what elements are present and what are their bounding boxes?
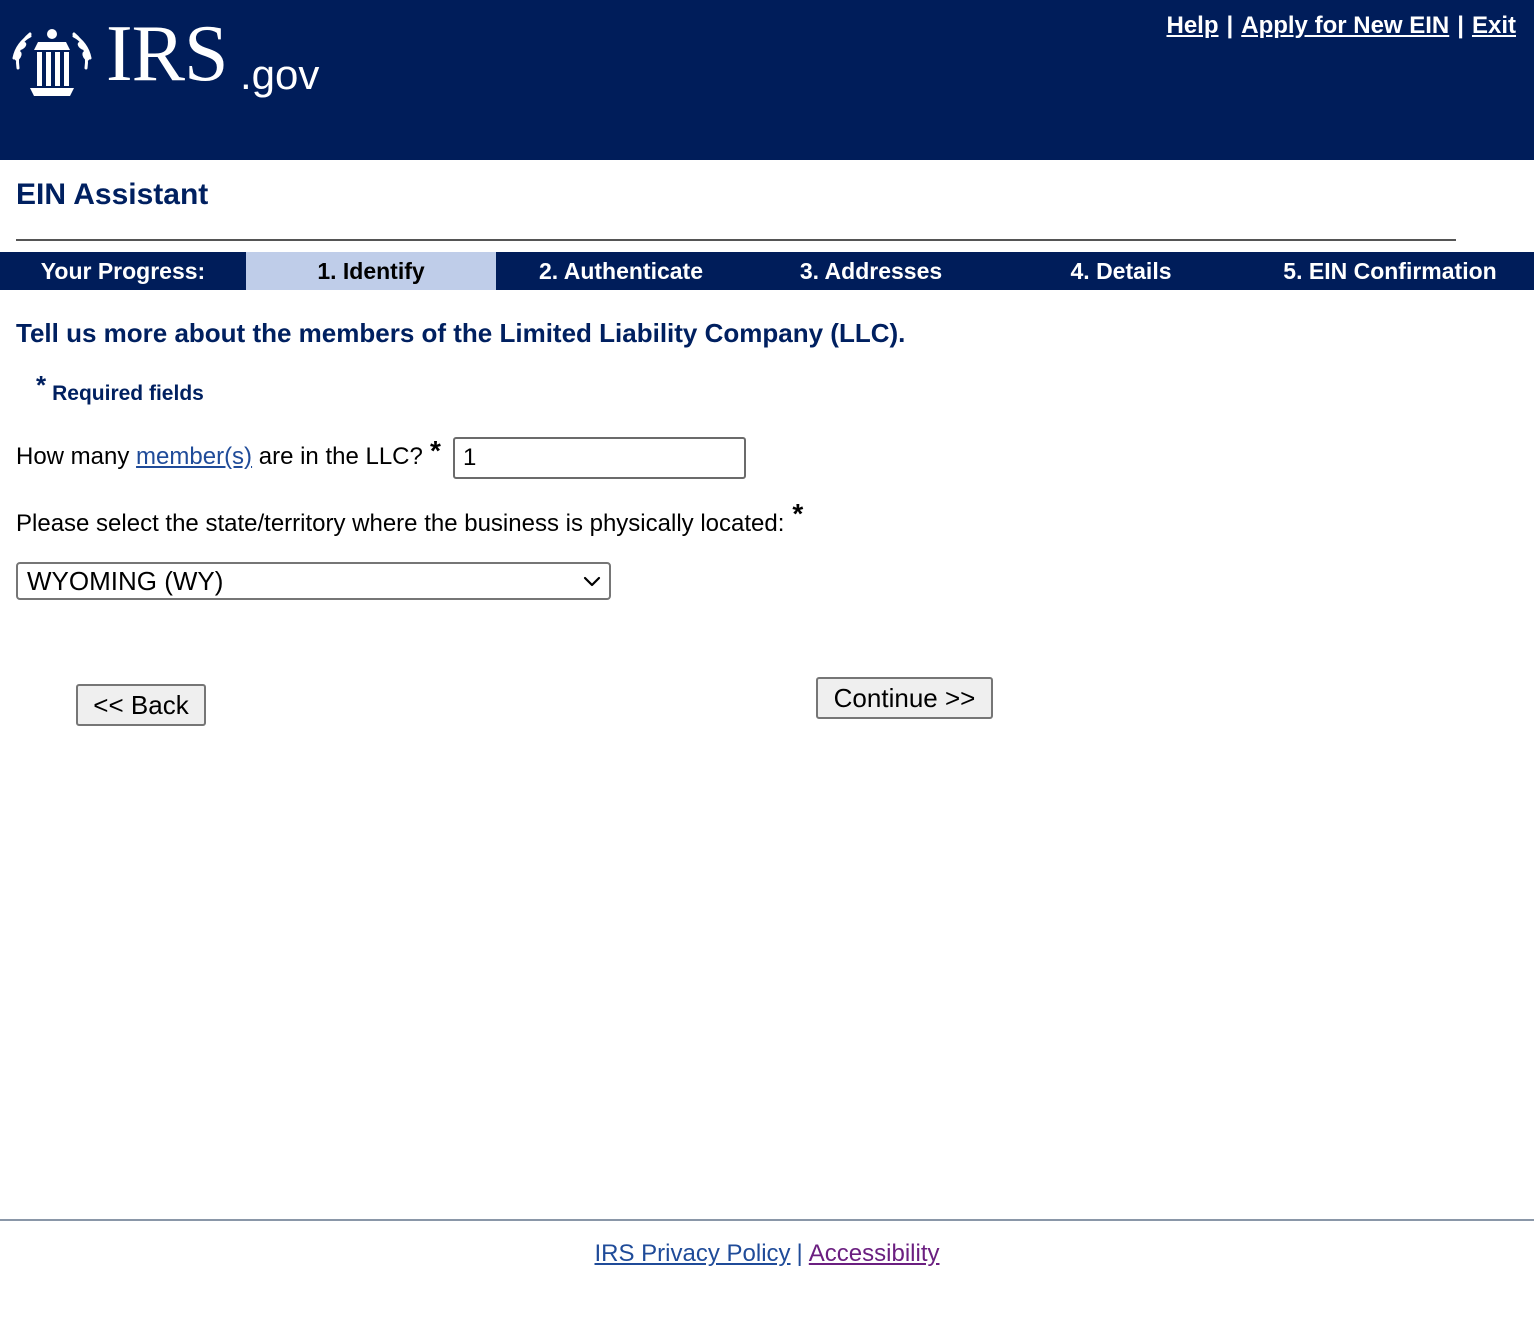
required-fields-note: * Required fields bbox=[36, 370, 204, 407]
members-question-label: How many member(s) are in the LLC? bbox=[16, 443, 423, 471]
progress-label: Your Progress: bbox=[40, 258, 206, 284]
members-count-input[interactable] bbox=[453, 437, 746, 479]
privacy-policy-link[interactable]: IRS Privacy Policy bbox=[595, 1240, 791, 1267]
progress-step-addresses: 3. Addresses bbox=[799, 258, 943, 284]
title-divider bbox=[16, 239, 1456, 241]
required-asterisk: * bbox=[430, 435, 441, 466]
link-separator: | bbox=[1226, 12, 1234, 39]
required-fields-label: Required fields bbox=[52, 382, 204, 405]
progress-step-ein-confirmation: 5. EIN Confirmation bbox=[1283, 258, 1497, 284]
required-asterisk: * bbox=[36, 370, 47, 400]
link-separator: | bbox=[1457, 12, 1464, 39]
members-prefix: How many bbox=[16, 443, 130, 470]
required-asterisk: * bbox=[792, 498, 804, 529]
members-help-link[interactable]: member(s) bbox=[136, 443, 252, 470]
state-question-label: Please select the state/territory where … bbox=[16, 498, 803, 538]
footer-divider bbox=[0, 1219, 1534, 1221]
app-title: EIN Assistant bbox=[16, 178, 209, 211]
footer-links: IRS Privacy Policy | Accessibility bbox=[0, 1240, 1534, 1268]
state-select-value: WYOMING (WY) bbox=[27, 566, 224, 596]
accessibility-link[interactable]: Accessibility bbox=[809, 1240, 940, 1267]
continue-button[interactable]: Continue >> bbox=[816, 677, 993, 719]
footer-separator: | bbox=[796, 1240, 803, 1267]
progress-step-identify: 1. Identify bbox=[246, 252, 496, 290]
progress-step-authenticate: 2. Authenticate bbox=[538, 258, 703, 284]
state-select[interactable]: WYOMING (WY) bbox=[16, 562, 611, 600]
members-suffix: are in the LLC? bbox=[258, 443, 423, 470]
progress-bar: Your Progress: 1. Identify 2. Authentica… bbox=[0, 252, 1534, 290]
logo-gov-text: .gov bbox=[240, 51, 320, 98]
state-question-text: Please select the state/territory where … bbox=[16, 510, 785, 537]
apply-new-ein-link[interactable]: Apply for New EIN bbox=[1241, 12, 1449, 39]
irs-eagle-logo-icon bbox=[12, 29, 92, 96]
page-question: Tell us more about the members of the Li… bbox=[16, 318, 906, 348]
progress-step-details: 4. Details bbox=[1070, 258, 1172, 284]
site-header: IRS .gov Help | Apply for New EIN | Exit bbox=[0, 0, 1534, 160]
header-links: Help | Apply for New EIN | Exit bbox=[1167, 12, 1517, 40]
logo-irs-text: IRS bbox=[106, 10, 228, 98]
help-link[interactable]: Help bbox=[1167, 12, 1219, 39]
chevron-down-icon bbox=[583, 576, 601, 587]
exit-link[interactable]: Exit bbox=[1472, 12, 1516, 39]
back-button[interactable]: << Back bbox=[76, 684, 206, 726]
